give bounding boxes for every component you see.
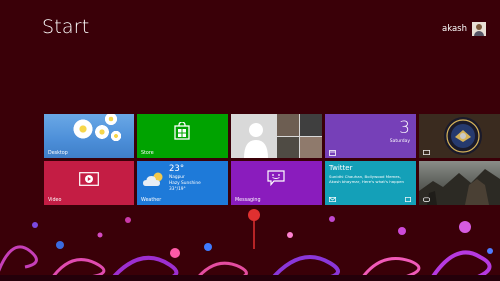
seal-icon — [444, 117, 482, 155]
game-image — [419, 169, 500, 205]
tile-label: Weather — [141, 198, 162, 203]
tile-label: Messaging — [235, 198, 261, 203]
tile-calendar[interactable]: 3 Saturday — [325, 114, 416, 158]
mail-app-icon — [405, 197, 411, 202]
weather-city: Nagpur — [169, 175, 185, 180]
contact-photo — [277, 137, 299, 158]
tile-twitter[interactable]: Twitter Sunidhi Chauhan, Bollywood Memes… — [325, 161, 416, 205]
cloud-icon — [143, 172, 163, 186]
flower-image — [94, 124, 110, 140]
flower-image — [110, 130, 122, 142]
game-controller-icon — [423, 197, 430, 202]
weather-range: 33°/19° — [169, 187, 186, 192]
play-icon — [79, 172, 99, 186]
tile-people[interactable] — [231, 114, 322, 158]
person-silhouette-icon — [244, 123, 268, 158]
tile-store[interactable]: Store — [137, 114, 228, 158]
tile-game[interactable] — [419, 161, 500, 205]
contact-photo — [300, 137, 322, 158]
page-title: Start — [42, 16, 90, 38]
user-name: akash — [441, 24, 467, 34]
weather-condition: Hazy Sunshine — [169, 181, 201, 186]
tile-video[interactable]: Video — [44, 161, 134, 205]
calendar-icon — [329, 150, 336, 156]
flower-image — [104, 114, 118, 126]
tile-seal[interactable] — [419, 114, 500, 158]
twitter-line-2: Akash bhaymar, Here's what's happen — [329, 179, 404, 184]
envelope-icon — [329, 197, 336, 202]
contact-photo — [277, 114, 299, 136]
flower-image — [72, 118, 94, 140]
tile-label: Video — [48, 198, 62, 203]
tile-weather[interactable]: 23° Nagpur Hazy Sunshine 33°/19° Weather — [137, 161, 228, 205]
chat-bubble-icon — [267, 170, 285, 186]
tile-label: Store — [141, 151, 154, 156]
twitter-title: Twitter — [329, 164, 353, 172]
calendar-date: 3 — [399, 118, 410, 138]
avatar[interactable] — [472, 22, 486, 36]
calendar-day: Saturday — [389, 139, 410, 144]
contact-photo — [300, 114, 322, 136]
user-account[interactable]: akash — [442, 22, 486, 36]
decorative-swirls — [0, 209, 500, 281]
tile-desktop[interactable]: Desktop — [44, 114, 134, 158]
weather-temp: 23° — [169, 164, 185, 174]
tile-messaging[interactable]: Messaging — [231, 161, 322, 205]
shopping-bag-icon — [174, 122, 190, 140]
tile-label: Desktop — [48, 151, 68, 156]
browser-icon — [423, 150, 430, 155]
